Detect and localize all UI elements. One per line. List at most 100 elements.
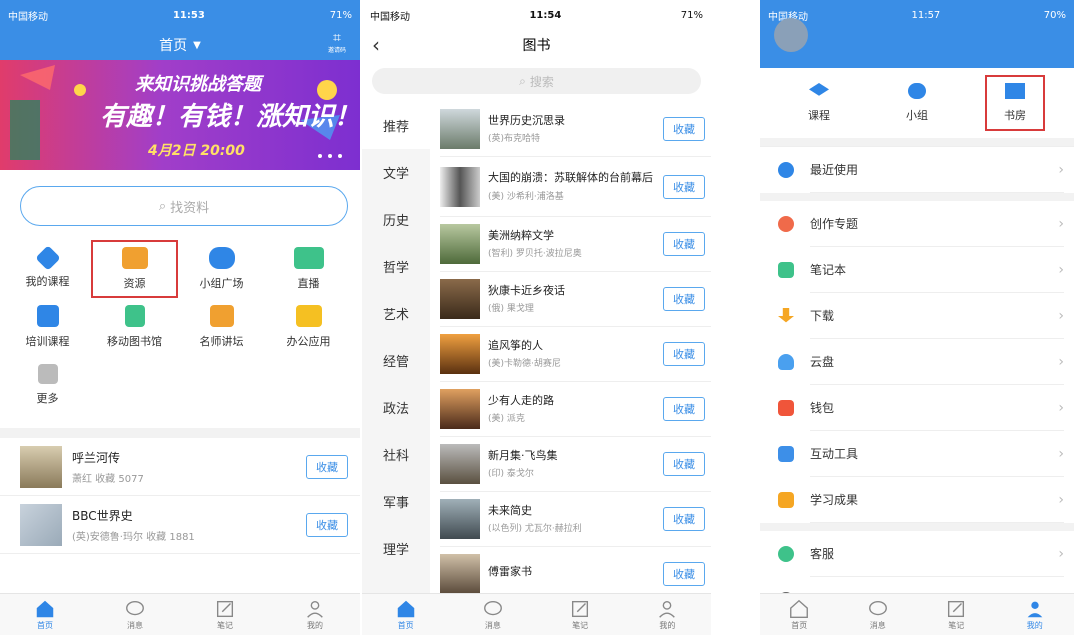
back-arrow-icon[interactable]: ‹ — [372, 33, 380, 57]
list-item[interactable]: 新月集·飞鸟集 (印) 泰戈尔 收藏 — [440, 437, 711, 492]
search-icon: ⌕ — [158, 198, 167, 214]
favorite-button[interactable]: 收藏 — [663, 452, 705, 476]
tab-home[interactable]: 首页 — [376, 598, 436, 631]
page-title[interactable]: 首页 — [159, 35, 187, 55]
favorite-button[interactable]: 收藏 — [663, 507, 705, 531]
list-item[interactable]: 少有人走的路 (美) 派克 收藏 — [440, 382, 711, 437]
tab-notes[interactable]: 笔记 — [926, 598, 986, 631]
search-input[interactable]: ⌕ 搜索 — [372, 68, 701, 94]
category-item[interactable]: 社科 — [362, 431, 430, 478]
list-item[interactable]: 世界历史沉思录 (英)布克哈特 收藏 — [440, 102, 711, 157]
grid-item-group-square[interactable]: 小组广场 — [178, 240, 265, 298]
chevron-down-icon[interactable]: ▼ — [193, 40, 201, 51]
clock: 11:57 — [911, 9, 941, 21]
banner-line1: 来知识挑战答题 — [135, 74, 261, 95]
list-item[interactable]: BBC世界史 (英)安德鲁·玛尔 收藏 1881 收藏 — [0, 496, 360, 554]
scan-button[interactable]: ⌗ 邀请码 — [328, 30, 346, 54]
tab-mine[interactable]: 我的 — [637, 598, 697, 631]
category-item[interactable]: 军事 — [362, 478, 430, 525]
tab-bar: 首页 消息 笔记 我的 — [0, 593, 360, 635]
favorite-button[interactable]: 收藏 — [663, 174, 705, 199]
lecturer-icon — [209, 305, 234, 327]
favorite-button[interactable]: 收藏 — [663, 287, 705, 311]
favorite-button[interactable]: 收藏 — [663, 342, 705, 366]
category-item[interactable]: 历史 — [362, 196, 430, 243]
download-icon — [778, 308, 794, 323]
search-placeholder: 找资料 — [170, 200, 210, 216]
quick-item-groups[interactable]: 小组 — [887, 77, 947, 129]
tab-label: 我的 — [659, 621, 676, 630]
list-item[interactable]: 傅雷家书 收藏 — [440, 547, 711, 593]
video-camera-icon — [293, 247, 324, 269]
home-icon — [36, 600, 54, 618]
list-item[interactable]: 狄康卡近乡夜话 (俄) 果戈理 收藏 — [440, 272, 711, 327]
avatar[interactable] — [774, 18, 808, 52]
category-item[interactable]: 政法 — [362, 384, 430, 431]
tab-home[interactable]: 首页 — [15, 598, 75, 631]
tab-messages[interactable]: 消息 — [848, 598, 908, 631]
list-item[interactable]: 未来简史 (以色列) 尤瓦尔·赫拉利 收藏 — [440, 492, 711, 547]
tab-home[interactable]: 首页 — [769, 598, 829, 631]
category-item[interactable]: 哲学 — [362, 243, 430, 290]
promo-banner[interactable]: 来知识挑战答题 有趣！有钱！涨知识！ 4月2日 20:00 — [0, 60, 360, 170]
menu-label: 最近使用 — [810, 163, 859, 177]
list-item[interactable]: 大国的崩溃：苏联解体的台前幕后 (美) 沙希利·浦洛基 收藏 — [440, 157, 711, 217]
list-item[interactable]: 呼兰河传 萧红 收藏 5077 收藏 — [0, 438, 360, 496]
category-item[interactable]: 文学 — [362, 149, 430, 196]
chat-bubble-icon — [126, 600, 144, 616]
grid-item-live[interactable]: 直播 — [265, 240, 352, 298]
book-cover — [440, 554, 480, 593]
menu-item-support[interactable]: 客服 › — [760, 531, 1074, 577]
tab-mine[interactable]: 我的 — [285, 598, 345, 631]
home-header: 中国移动 11:53 71% 首页 ▼ ⌗ 邀请码 — [0, 0, 360, 60]
book-cover — [440, 224, 480, 264]
tab-mine[interactable]: 我的 — [1005, 598, 1065, 631]
menu-item-tools[interactable]: 互动工具 › — [760, 431, 1074, 477]
grid-item-office[interactable]: 办公应用 — [265, 298, 352, 356]
favorite-button[interactable]: 收藏 — [663, 232, 705, 256]
list-item[interactable]: 追风筝的人 (美)卡勒德·胡赛尼 收藏 — [440, 327, 711, 382]
menu-item-notebook[interactable]: 笔记本 › — [760, 247, 1074, 293]
favorite-button[interactable]: 收藏 — [306, 512, 348, 537]
chevron-right-icon: › — [1058, 399, 1064, 416]
grid-label: 更多 — [36, 392, 59, 405]
bookmark-icon — [778, 492, 794, 508]
category-item[interactable]: 推荐 — [362, 102, 430, 149]
category-item[interactable]: 经管 — [362, 337, 430, 384]
tab-notes[interactable]: 笔记 — [195, 598, 255, 631]
grid-item-mobile-library[interactable]: 移动图书馆 — [91, 298, 178, 356]
grid-item-training[interactable]: 培训课程 — [4, 298, 91, 356]
chevron-right-icon: › — [1058, 261, 1064, 278]
menu-label: 笔记本 — [810, 263, 847, 277]
quick-label: 小组 — [906, 109, 928, 122]
tab-messages[interactable]: 消息 — [463, 598, 523, 631]
quick-item-courses[interactable]: 课程 — [789, 77, 849, 129]
menu-item-downloads[interactable]: 下载 › — [760, 293, 1074, 339]
grid-item-my-courses[interactable]: 我的课程 — [4, 240, 91, 298]
tab-notes[interactable]: 笔记 — [550, 598, 610, 631]
favorite-button[interactable]: 收藏 — [663, 397, 705, 421]
quick-item-study[interactable]: 书房 — [985, 75, 1045, 131]
menu-item-achievements[interactable]: 学习成果 › — [760, 477, 1074, 523]
tab-messages[interactable]: 消息 — [105, 598, 165, 631]
category-item[interactable]: 艺术 — [362, 290, 430, 337]
favorite-button[interactable]: 收藏 — [663, 562, 705, 586]
grid-item-lecture[interactable]: 名师讲坛 — [178, 298, 265, 356]
search-input[interactable]: ⌕ 找资料 — [20, 186, 348, 226]
menu-item-recent[interactable]: 最近使用 › — [760, 147, 1074, 193]
clock-icon — [778, 162, 794, 178]
menu-item-topics[interactable]: 创作专题 › — [760, 201, 1074, 247]
menu-item-wallet[interactable]: 钱包 › — [760, 385, 1074, 431]
grid-item-resources[interactable]: 资源 — [91, 240, 178, 298]
grid-item-more[interactable]: 更多 — [4, 356, 91, 414]
scan-label: 邀请码 — [327, 46, 346, 54]
book-author: (印) 泰戈尔 — [488, 469, 534, 480]
battery-label: 70% — [1043, 9, 1066, 21]
status-bar: 中国移动 11:54 71% — [362, 0, 711, 30]
favorite-button[interactable]: 收藏 — [663, 117, 705, 141]
favorite-button[interactable]: 收藏 — [306, 454, 348, 479]
tab-label: 首页 — [791, 621, 808, 630]
category-item[interactable]: 理学 — [362, 525, 430, 572]
menu-item-cloud[interactable]: 云盘 › — [760, 339, 1074, 385]
list-item[interactable]: 美洲纳粹文学 (智利) 罗贝托·波拉尼奥 收藏 — [440, 217, 711, 272]
